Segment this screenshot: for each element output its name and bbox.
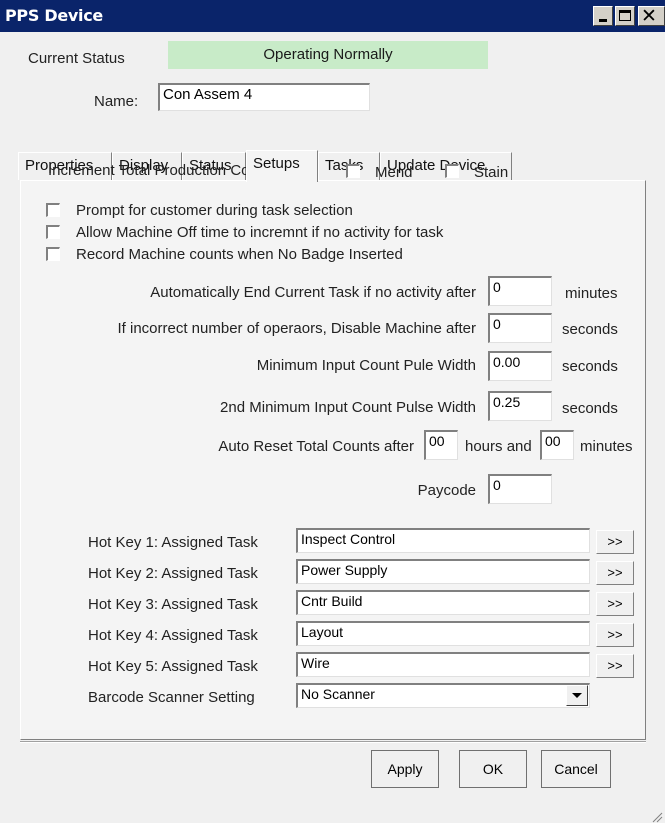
close-icon: ✕ — [641, 5, 657, 27]
stain-checkbox[interactable] — [445, 164, 459, 178]
name-field[interactable]: Con Assem 4 — [158, 83, 370, 111]
cancel-button[interactable]: Cancel — [541, 750, 611, 788]
auto-end-input[interactable]: 0 — [488, 276, 552, 306]
min-pulse-input[interactable]: 0.00 — [488, 351, 552, 381]
allow-off-label: Allow Machine Off time to incremnt if no… — [76, 224, 444, 241]
hotkey-browse-button[interactable]: >> — [596, 530, 634, 554]
close-button[interactable]: ✕ — [638, 5, 665, 27]
hotkey-label: Hot Key 2: Assigned Task — [88, 565, 258, 582]
hotkey-browse-button[interactable]: >> — [596, 561, 634, 585]
hotkey-browse-button[interactable]: >> — [596, 592, 634, 616]
hotkey-task-field[interactable]: Power Supply — [296, 559, 590, 584]
prompt-customer-label: Prompt for customer during task selectio… — [76, 202, 353, 219]
hotkey-label: Hot Key 3: Assigned Task — [88, 596, 258, 613]
footer-divider — [20, 741, 646, 743]
paycode-label: Paycode — [417, 482, 476, 499]
auto-end-unit: minutes — [565, 285, 618, 302]
apply-button[interactable]: Apply — [371, 750, 439, 788]
window-title: PPS Device — [5, 6, 103, 25]
name-label: Name: — [94, 93, 139, 110]
chevron-down-icon — [572, 693, 582, 698]
tab-setups[interactable]: Setups — [246, 150, 318, 182]
barcode-dropdown-button[interactable] — [566, 685, 588, 706]
hotkey-label: Hot Key 5: Assigned Task — [88, 658, 258, 675]
minimize-icon — [599, 19, 607, 22]
status-value: Operating Normally — [168, 41, 488, 69]
resize-grip-icon[interactable] — [651, 810, 663, 823]
min-pulse-label: Minimum Input Count Pule Width — [256, 357, 476, 374]
hotkey-task-field[interactable]: Inspect Control — [296, 528, 590, 553]
barcode-select-value: No Scanner — [301, 686, 375, 702]
barcode-label: Barcode Scanner Setting — [88, 689, 255, 706]
auto-reset-hours-input[interactable]: 00 — [424, 430, 458, 460]
record-counts-label: Record Machine counts when No Badge Inse… — [76, 246, 403, 263]
auto-end-label: Automatically End Current Task if no act… — [150, 284, 476, 301]
hotkey-task-field[interactable]: Cntr Build — [296, 590, 590, 615]
pps-device-window: PPS Device ✕ Current Status Operating No… — [0, 0, 665, 823]
hotkey-label: Hot Key 1: Assigned Task — [88, 534, 258, 551]
stain-label: Stain — [474, 164, 509, 181]
allow-off-checkbox[interactable] — [46, 225, 60, 239]
hours-and-label: hours and — [465, 438, 532, 455]
record-counts-checkbox[interactable] — [46, 247, 60, 261]
hotkey-browse-button[interactable]: >> — [596, 623, 634, 647]
incorrect-operators-label: If incorrect number of operaors, Disable… — [117, 320, 477, 337]
paycode-input[interactable]: 0 — [488, 474, 552, 504]
incorrect-operators-input[interactable]: 0 — [488, 313, 552, 343]
maximize-icon — [619, 10, 631, 21]
min-pulse-unit: seconds — [562, 358, 618, 375]
auto-reset-label: Auto Reset Total Counts after — [218, 438, 414, 455]
auto-reset-minutes-input[interactable]: 00 — [540, 430, 574, 460]
minutes-label: minutes — [580, 438, 633, 455]
hotkey-label: Hot Key 4: Assigned Task — [88, 627, 258, 644]
ok-button[interactable]: OK — [459, 750, 527, 788]
maximize-button[interactable] — [615, 6, 635, 26]
incorrect-operators-unit: seconds — [562, 321, 618, 338]
barcode-select[interactable]: No Scanner — [296, 683, 590, 708]
min2-pulse-input[interactable]: 0.25 — [488, 391, 552, 421]
hotkey-task-field[interactable]: Wire — [296, 652, 590, 677]
prompt-customer-checkbox[interactable] — [46, 203, 60, 217]
hotkey-task-field[interactable]: Layout — [296, 621, 590, 646]
current-status-label: Current Status — [28, 50, 125, 67]
minimize-button[interactable] — [593, 6, 613, 26]
mend-checkbox[interactable] — [346, 164, 360, 178]
min2-pulse-label: 2nd Minimum Input Count Pulse Width — [220, 399, 476, 416]
mend-label: Mend — [375, 164, 413, 181]
min2-pulse-unit: seconds — [562, 400, 618, 417]
hotkey-browse-button[interactable]: >> — [596, 654, 634, 678]
